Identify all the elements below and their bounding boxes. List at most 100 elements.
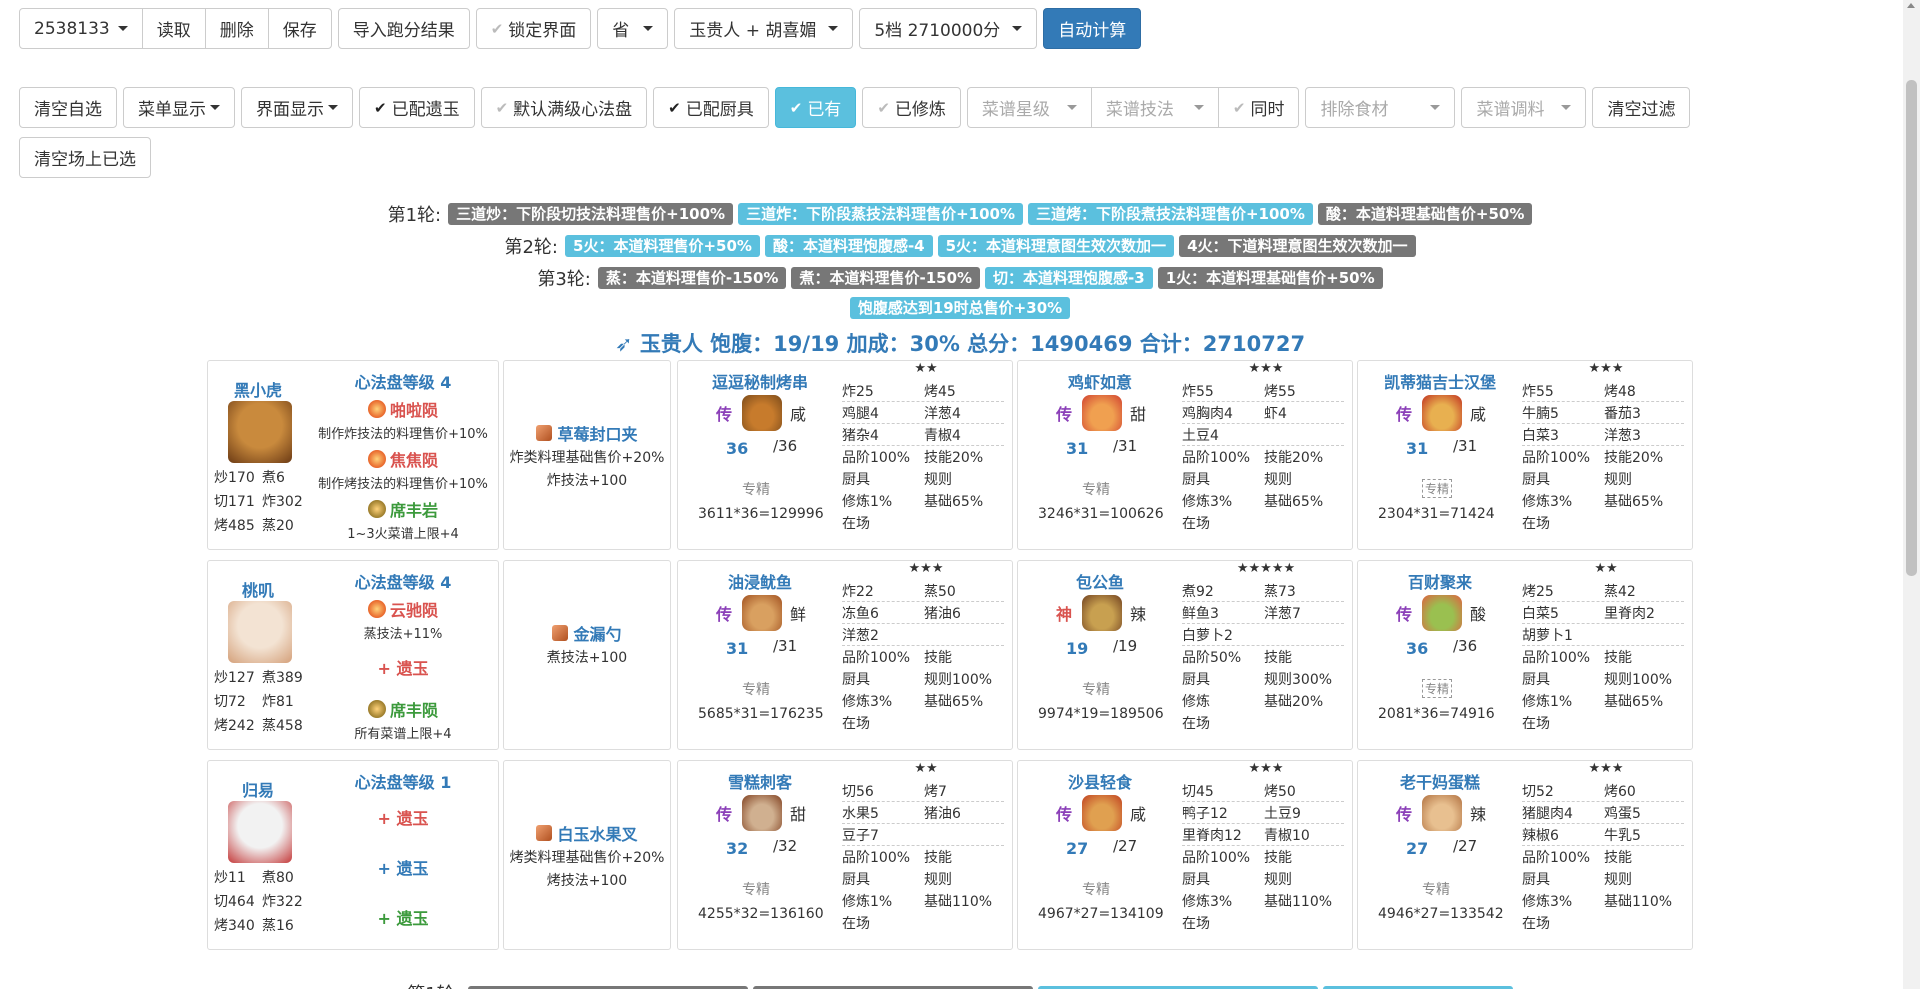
recipe-info: 品阶100%: [1182, 850, 1251, 866]
chef-panel[interactable]: 黑小虎 炒170 煮6 切171 炸302 烤485 蒸20 心法盘等级 4 啪啦陨 制作炸技法的…: [207, 360, 499, 550]
recipe-panel[interactable]: 鸡虾如意传 甜 31/31 专精 3246*31=100626 ★★★ 炸55 烤55 鸡胸肉4…: [1017, 360, 1353, 550]
equip-name[interactable]: 草莓封口夹: [504, 421, 670, 445]
clear-filter-button[interactable]: 清空过滤: [1592, 87, 1691, 128]
recipe-quantity[interactable]: 31: [1406, 439, 1428, 458]
recipe-name[interactable]: 逗逗秘制烤串: [678, 369, 842, 393]
recipe-info: 品阶100%: [1522, 450, 1591, 466]
ui-display-dropdown[interactable]: 界面显示: [241, 87, 353, 128]
recipe-quantity[interactable]: 27: [1406, 839, 1428, 858]
equip-panel[interactable]: 白玉水果叉 烤类料理基础售价+20% 烤技法+100: [503, 760, 671, 950]
recipe-panel[interactable]: 油浸鱿鱼传 鲜 31/31 专精 5685*31=176235 ★★★ 炸22 蒸50 冻鱼6 猪…: [677, 560, 1013, 750]
chef-name[interactable]: 桃叽: [208, 577, 308, 601]
recipe-seasoning-select[interactable]: 菜谱调料: [1461, 87, 1587, 128]
import-button[interactable]: 导入跑分结果: [337, 8, 470, 49]
equip-panel[interactable]: 金漏勺 煮技法+100: [503, 560, 671, 750]
chevron-down-icon: [1066, 105, 1077, 110]
chef-panel[interactable]: 归易 炒11 煮80 切464 炸322 烤340 蒸16 心法盘等级 1 + 遗玉 + 遗玉 + …: [207, 760, 499, 950]
chef-stat: 炒170: [214, 470, 255, 486]
add-jade-button[interactable]: + 遗玉: [308, 905, 498, 929]
recipe-grade: 传: [1396, 605, 1413, 624]
recipe-panel[interactable]: 老干妈蛋糕传 辣 27/27 专精 4946*27=133542 ★★★ 切52 烤60 猪腿肉…: [1357, 760, 1693, 950]
amulet-slot[interactable]: 啪啦陨: [308, 397, 498, 421]
recipe-panel[interactable]: 包公鱼神 辣 19/19 专精 9974*19=189506 ★★★★★ 煮92 蒸73 鲜鱼3…: [1017, 560, 1353, 750]
owned-toggle[interactable]: ✔ 已有: [774, 87, 857, 128]
recipe-name[interactable]: 包公鱼: [1018, 569, 1182, 593]
level-select[interactable]: 5档 2710000分: [859, 8, 1038, 49]
recipe-calc: 4967*27=134109: [1038, 906, 1164, 922]
amulet-slot[interactable]: 焦焦陨: [308, 447, 498, 471]
exclude-ingredient-select[interactable]: 排除食材: [1305, 87, 1456, 128]
round-badge: 酸：本道料理饱腹感-4: [764, 235, 933, 257]
recipe-name[interactable]: 鸡虾如意: [1018, 369, 1182, 393]
recipe-skill-select[interactable]: 菜谱技法: [1090, 87, 1219, 128]
recipe-name[interactable]: 百财聚来: [1358, 569, 1522, 593]
heart-level[interactable]: 心法盘等级 1: [308, 769, 498, 793]
default-heart-toggle[interactable]: ✔ 默认满级心法盘: [480, 87, 648, 128]
recipe-info: 修炼3%: [842, 694, 893, 710]
recipe-quantity[interactable]: 36: [726, 439, 748, 458]
recipe-quantity[interactable]: 31: [726, 639, 748, 658]
amulet-slot[interactable]: 席丰岩: [308, 497, 498, 521]
amulet-slot[interactable]: 云驰陨: [308, 597, 498, 621]
equipped-jade-toggle[interactable]: ✔ 已配遗玉: [359, 87, 475, 128]
chef-panel[interactable]: 桃叽 炒127 煮389 切72 炸81 烤242 蒸458 心法盘等级 4 云驰陨 蒸技法+11…: [207, 560, 499, 750]
clear-self-button[interactable]: 清空自选: [19, 87, 117, 128]
equip-name[interactable]: 金漏勺: [504, 621, 670, 645]
recipe-calc: 4946*27=133542: [1378, 906, 1504, 922]
scrollbar[interactable]: [1903, 0, 1920, 989]
recipe-quantity[interactable]: 36: [1406, 639, 1428, 658]
equip-name[interactable]: 白玉水果叉: [504, 821, 670, 845]
cultivated-toggle[interactable]: ✔ 已修炼: [862, 87, 961, 128]
same-time-toggle[interactable]: ✔ 同时: [1217, 87, 1300, 128]
recipe-panel[interactable]: 沙县轻食传 咸 27/27 专精 4967*27=134109 ★★★ 切45 烤50 鸭子12…: [1017, 760, 1353, 950]
dashed-separator: [1522, 801, 1684, 802]
dashed-separator: [1182, 645, 1344, 646]
recipe-name[interactable]: 凯蒂猫吉士汉堡: [1358, 369, 1522, 393]
chef-name[interactable]: 黑小虎: [208, 377, 308, 401]
chef-name[interactable]: 归易: [208, 777, 308, 801]
recipe-max: /36: [1453, 637, 1478, 655]
region-select[interactable]: 省: [597, 8, 669, 49]
recipe-max: /27: [1453, 837, 1478, 855]
recipe-quantity[interactable]: 19: [1066, 639, 1088, 658]
recipe-panel[interactable]: 逗逗秘制烤串传 咸 36/36 专精 3611*36=129996 ★★ 炸25 烤45 鸡腿4…: [677, 360, 1013, 550]
recipe-name[interactable]: 沙县轻食: [1018, 769, 1182, 793]
equip-panel[interactable]: 草莓封口夹 炸类料理基础售价+20% 炸技法+100: [503, 360, 671, 550]
recipe-panel[interactable]: 凯蒂猫吉士汉堡传 咸 31/31 专精 2304*31=71424 ★★★ 炸55 烤48 牛腩…: [1357, 360, 1693, 550]
clear-field-button[interactable]: 清空场上已选: [19, 137, 151, 178]
recipe-star-select[interactable]: 菜谱星级: [966, 87, 1092, 128]
chevron-down-icon: [117, 26, 128, 31]
recipe-quantity[interactable]: 27: [1066, 839, 1088, 858]
recipe-material: 蒸50: [924, 584, 956, 600]
save-button[interactable]: 保存: [267, 8, 332, 49]
add-jade-button[interactable]: + 遗玉: [308, 855, 498, 879]
add-jade-button[interactable]: + 遗玉: [308, 655, 498, 679]
auto-calc-button[interactable]: 自动计算: [1043, 8, 1142, 49]
equipped-tool-toggle[interactable]: ✔ 已配厨具: [653, 87, 769, 128]
chefs-select[interactable]: 玉贵人 + 胡喜媚: [674, 8, 854, 49]
scrollbar-thumb[interactable]: [1906, 80, 1917, 576]
menu-display-dropdown[interactable]: 菜单显示: [123, 87, 235, 128]
recipe-material: 洋葱3: [1604, 428, 1641, 444]
recipe-name[interactable]: 老干妈蛋糕: [1358, 769, 1522, 793]
recipe-quantity[interactable]: 32: [726, 839, 748, 858]
recipe-material: 鸡蛋5: [1604, 806, 1641, 822]
lock-ui-toggle[interactable]: ✔ 锁定界面: [475, 8, 592, 49]
recipe-panel[interactable]: 百财聚来传 酸 36/36 专精 2081*36=74916 ★★ 烤25 蒸42 白菜5 里脊肉…: [1357, 560, 1693, 750]
read-button[interactable]: 读取: [141, 8, 206, 49]
recipe-stars: ★★: [914, 761, 938, 776]
account-select[interactable]: 2538133: [19, 8, 143, 49]
scrollbar-up-arrow[interactable]: [1907, 3, 1915, 8]
amulet-icon: [367, 500, 386, 518]
recipe-quantity[interactable]: 31: [1066, 439, 1088, 458]
recipe-info: 在场: [1182, 916, 1210, 932]
recipe-name[interactable]: 雪糕刺客: [678, 769, 842, 793]
recipe-name[interactable]: 油浸鱿鱼: [678, 569, 842, 593]
delete-button[interactable]: 删除: [204, 8, 269, 49]
amulet-icon: [367, 700, 386, 718]
amulet-slot[interactable]: 席丰陨: [308, 697, 498, 721]
heart-level[interactable]: 心法盘等级 4: [308, 569, 498, 593]
heart-level[interactable]: 心法盘等级 4: [308, 369, 498, 393]
recipe-panel[interactable]: 雪糕刺客传 甜 32/32 专精 4255*32=136160 ★★ 切56 烤7 水果5 猪油6…: [677, 760, 1013, 950]
add-jade-button[interactable]: + 遗玉: [308, 805, 498, 829]
